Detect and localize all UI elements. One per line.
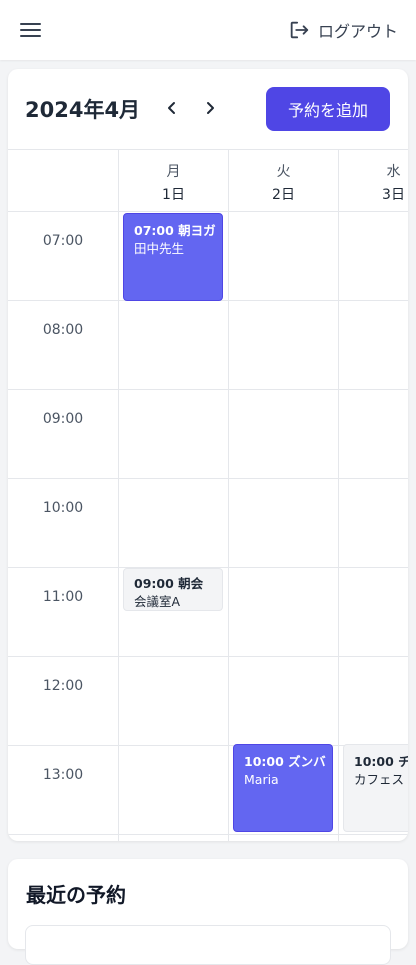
logout-arrow-icon: [290, 21, 309, 39]
event-block[interactable]: 09:00 朝会 会議室A: [123, 568, 223, 611]
grid-corner: [8, 150, 118, 212]
event-time-title: 10:00 ズンバ: [244, 754, 326, 769]
time-label: 11:00: [42, 589, 84, 605]
event-time-title: 10:00 チ: [354, 754, 408, 769]
day-date: 3日: [382, 187, 405, 203]
time-label: 07:00: [42, 233, 84, 249]
event-detail: Maria: [244, 772, 279, 787]
time-label: 08:00: [42, 322, 84, 338]
time-label: 09:00: [42, 411, 84, 427]
time-row: 10:00: [8, 479, 408, 568]
day-header-wed[interactable]: 水 3日: [338, 150, 408, 212]
event-time-title: 07:00 朝ヨガ: [134, 223, 216, 238]
logout-button[interactable]: ログアウト: [288, 17, 398, 43]
day-name: 月: [166, 164, 181, 180]
add-booking-button[interactable]: 予約を追加: [266, 87, 390, 131]
time-label: 12:00: [42, 678, 84, 694]
column-divider: [338, 212, 339, 841]
recent-bookings-card: 最近の予約: [8, 859, 408, 965]
day-date: 1日: [162, 187, 185, 203]
column-divider: [228, 212, 229, 841]
logout-label: ログアウト: [317, 22, 398, 41]
day-header-mon[interactable]: 月 1日: [118, 150, 228, 212]
event-block[interactable]: 07:00 朝ヨガ 田中先生: [123, 213, 223, 301]
week-grid: 月 1日 火 2日 水 3日 07:00 08:00 09:00 10:00 1…: [8, 149, 408, 841]
time-label: 10:00: [42, 500, 84, 516]
time-row: 09:00: [8, 390, 408, 479]
recent-booking-item[interactable]: [25, 925, 391, 965]
day-header-tue[interactable]: 火 2日: [228, 150, 338, 212]
column-divider: [118, 212, 119, 841]
day-name: 火: [276, 164, 291, 180]
time-row: 12:00: [8, 657, 408, 746]
event-block[interactable]: 10:00 チ カフェス・: [343, 744, 408, 832]
next-month-button[interactable]: [199, 95, 221, 121]
day-date: 2日: [272, 187, 295, 203]
calendar-card: 2024年4月 予約を追加 月 1日 火 2日 水 3日 07:00 08:00: [8, 69, 408, 841]
chevron-left-icon: [168, 102, 175, 114]
event-detail: カフェス・: [354, 772, 408, 787]
event-detail: 会議室A: [134, 594, 181, 609]
chevron-right-icon: [207, 102, 214, 114]
month-title: 2024年4月: [25, 98, 141, 122]
recent-bookings-title: 最近の予約: [26, 883, 126, 907]
top-bar: ログアウト: [0, 0, 416, 60]
calendar-header: 2024年4月 予約を追加: [8, 69, 408, 149]
time-row: 08:00: [8, 301, 408, 390]
prev-month-button[interactable]: [161, 95, 183, 121]
event-time-title: 09:00 朝会: [134, 576, 204, 591]
event-detail: 田中先生: [134, 241, 185, 256]
day-name: 水: [386, 164, 401, 180]
time-label: 13:00: [42, 767, 84, 783]
event-block[interactable]: 10:00 ズンバ Maria: [233, 744, 333, 832]
hamburger-menu-icon[interactable]: [20, 21, 41, 39]
